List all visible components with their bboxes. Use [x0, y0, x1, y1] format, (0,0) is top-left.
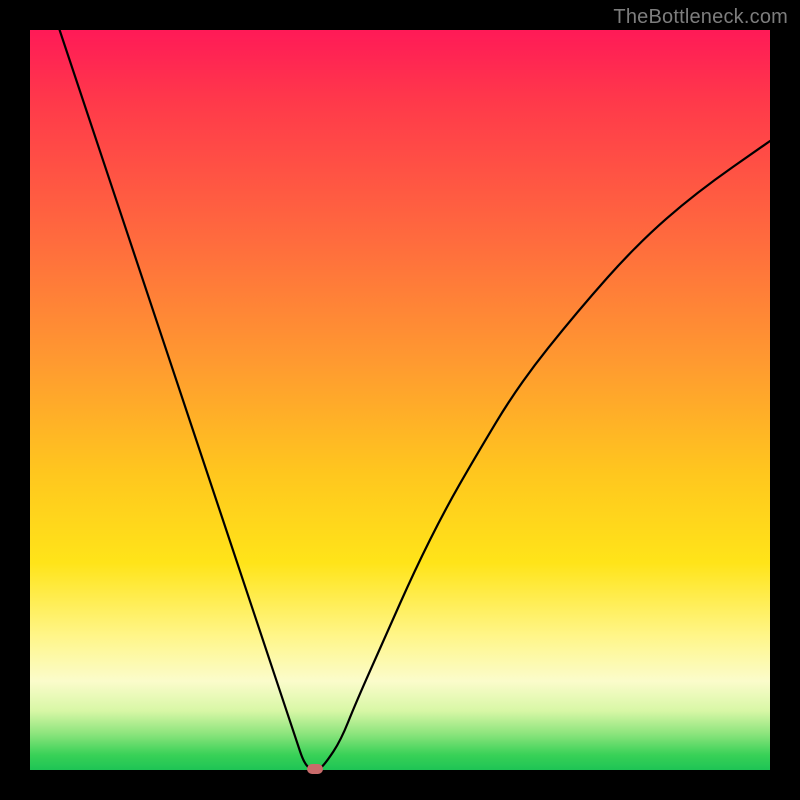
watermark-text: TheBottleneck.com: [613, 6, 788, 29]
bottleneck-curve: [30, 30, 770, 770]
chart-frame: TheBottleneck.com: [0, 0, 800, 800]
plot-area: [30, 30, 770, 770]
optimum-marker: [307, 764, 323, 774]
